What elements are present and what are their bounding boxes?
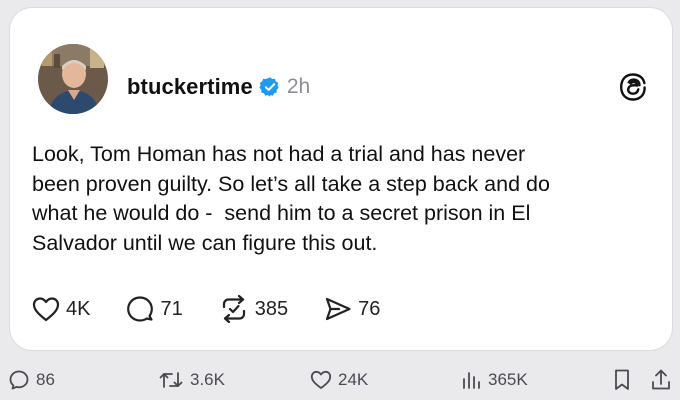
avatar[interactable] — [38, 44, 108, 114]
reply-bubble-icon — [9, 370, 29, 390]
bottom-heart-icon — [310, 370, 332, 389]
share-upload-icon[interactable] — [650, 368, 672, 392]
share-button[interactable]: 76 — [324, 296, 380, 322]
post-actions: 4K 71 385 76 — [32, 292, 416, 326]
repost-count: 385 — [254, 297, 289, 320]
avatar-image — [38, 44, 108, 114]
retweet-icon — [159, 372, 183, 388]
retweet-stat[interactable]: 3.6K — [158, 362, 225, 398]
post-card[interactable]: btuckertime 2h Look, Tom Homan has not h… — [10, 8, 672, 350]
repost-icon — [222, 295, 245, 323]
share-count: 76 — [358, 297, 381, 320]
bookmark-icon[interactable] — [612, 368, 632, 392]
threads-logo-icon[interactable] — [618, 72, 648, 102]
reply-count: 71 — [160, 297, 183, 320]
reply-button[interactable]: 71 — [126, 295, 183, 323]
username[interactable]: btuckertime — [127, 74, 253, 100]
post-header: btuckertime 2h — [127, 72, 310, 102]
bottom-retweet-count: 3.6K — [190, 370, 225, 389]
bar-chart-icon — [463, 372, 480, 389]
repost-button[interactable]: 385 — [219, 295, 288, 323]
reply-stat[interactable]: 86 — [8, 362, 55, 398]
bottom-reply-count: 86 — [36, 370, 55, 389]
like-count: 4K — [66, 297, 91, 320]
bottom-views-count: 365K — [488, 370, 528, 389]
post-timestamp: 2h — [286, 75, 311, 98]
send-icon — [325, 297, 351, 321]
post-body-text: Look, Tom Homan has not had a trial and … — [32, 142, 550, 255]
speech-bubble-icon — [127, 296, 154, 322]
views-stat[interactable]: 365K — [460, 362, 528, 398]
bottom-like-count: 24K — [338, 370, 369, 389]
tweet-action-bar: 86 3.6K 24K 365K — [0, 362, 680, 398]
like-button[interactable]: 4K — [32, 296, 90, 322]
heart-icon — [32, 297, 60, 322]
verified-badge-icon — [259, 77, 279, 97]
like-stat[interactable]: 24K — [310, 362, 368, 398]
